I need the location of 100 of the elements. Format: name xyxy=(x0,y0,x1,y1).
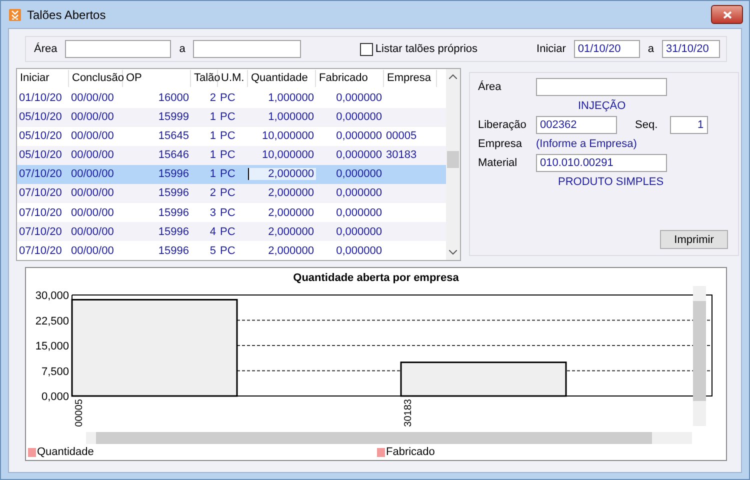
table-cell-text: 4 xyxy=(208,226,217,238)
table-cell-text: 05/10/20 xyxy=(18,130,63,142)
date-from-field[interactable]: 01/10/20 xyxy=(574,40,640,58)
table-cell-text: 00/00/00 xyxy=(70,92,115,104)
material-name: PRODUTO SIMPLES xyxy=(558,176,664,188)
release-field[interactable]: 002362 xyxy=(536,116,617,134)
area-from-field[interactable] xyxy=(65,40,172,58)
table-cell-text: 15999 xyxy=(157,111,190,124)
table-cell-text: 1,000000 xyxy=(267,111,315,124)
checkbox-label: Listar talões próprios xyxy=(375,43,478,55)
table-row[interactable]: 07/10/20 00/00/00 15996 3 PC 2,000000 0,000000 xyxy=(17,203,446,222)
column-header[interactable]: Fabricado xyxy=(316,70,384,88)
table-cell-text: 15996 xyxy=(157,206,190,218)
material-label: Material xyxy=(478,156,518,168)
table-cell-text: 2,000000 xyxy=(267,187,315,200)
table-cell-text: 07/10/20 xyxy=(18,206,63,218)
table-row[interactable]: 07/10/20 00/00/00 15996 2 PC 2,000000 0,000000 xyxy=(17,184,446,203)
table-cell-text: 16000 xyxy=(157,92,190,104)
area-label: Área xyxy=(478,80,502,92)
table-cell-text: 0,000000 xyxy=(335,149,383,162)
table-row[interactable]: 01/10/20 00/00/00 16000 2 PC 1,000000 0,000000 xyxy=(17,88,446,108)
column-header[interactable]: Empresa xyxy=(384,70,437,88)
table-cell-text: 15646 xyxy=(157,149,190,162)
table-cell-text: 10,000000 xyxy=(261,130,315,142)
table-cell-text: 07/10/20 xyxy=(18,244,63,257)
area-name: INJEÇÃO xyxy=(578,100,626,112)
table-row[interactable]: 07/10/20 00/00/00 15996 5 PC 2,000000 0,000000 xyxy=(17,241,446,260)
axis-label: 0,000 xyxy=(41,391,69,403)
table-cell-text: 0,000000 xyxy=(335,244,383,257)
seq-label: Seq. xyxy=(635,118,658,130)
table-cell-text: PC xyxy=(219,244,236,257)
table-cell-text: 00/00/00 xyxy=(70,130,115,142)
scrollbar[interactable] xyxy=(693,286,706,426)
table-cell-text: PC xyxy=(219,111,236,124)
table-cell-text: 07/10/20 xyxy=(18,168,63,180)
column-header[interactable]: OP xyxy=(123,70,191,88)
axis-label: 30,000 xyxy=(35,290,69,302)
table-row[interactable]: 05/10/20 00/00/00 15999 1 PC 1,000000 0,000000 xyxy=(17,108,446,127)
table-cell-text: 0,000000 xyxy=(335,92,383,104)
table-cell-text: 0,000000 xyxy=(335,187,383,200)
table-cell-text: PC xyxy=(219,168,236,180)
table-cell-text: 1 xyxy=(208,168,217,180)
column-header[interactable]: Iniciar xyxy=(17,70,69,88)
table-cell-text: 1 xyxy=(208,111,217,124)
table-row[interactable]: 05/10/20 00/00/00 15646 1 PC 10,000000 0,000000 30183 xyxy=(17,146,446,165)
area-to-field[interactable] xyxy=(193,40,302,58)
table-cell-text: 0,000000 xyxy=(335,111,383,124)
table-cell-text: 1,000000 xyxy=(267,92,315,104)
table-cell-text: 3 xyxy=(208,206,217,218)
table-cell-text: 07/10/20 xyxy=(18,187,63,200)
table-row[interactable]: 05/10/20 00/00/00 15645 1 PC 10,000000 0,000000 00005 xyxy=(17,126,446,146)
scroll-thumb[interactable] xyxy=(447,151,459,168)
table-cell-text: 5 xyxy=(208,244,217,257)
checkbox[interactable] xyxy=(360,42,374,56)
table-cell-text: 15996 xyxy=(157,226,190,238)
table-cell-text: 2,000000 xyxy=(267,244,315,257)
column-header[interactable]: Quantidade xyxy=(248,70,316,88)
column-header[interactable]: Talão xyxy=(191,70,218,88)
table-cell-text: 00/00/00 xyxy=(70,149,115,162)
range-separator: a xyxy=(648,43,654,55)
axis-label: 22,500 xyxy=(35,315,69,328)
table-cell-text: 07/10/20 xyxy=(18,226,63,238)
table-cell-text: 05/10/20 xyxy=(18,111,63,124)
company-value: (Informe a Empresa) xyxy=(536,138,637,150)
table-cell-text: 15645 xyxy=(157,130,190,142)
table-cell-text: PC xyxy=(219,187,236,200)
close-icon[interactable] xyxy=(722,10,732,18)
table-cell-text: 2 xyxy=(208,92,217,104)
axis-label: 7,500 xyxy=(41,366,69,378)
table-cell-text: 15996 xyxy=(157,244,190,257)
table-cell-text: 1 xyxy=(208,130,217,142)
legend-label: Fabricado xyxy=(386,446,435,458)
scrollbar[interactable] xyxy=(446,69,460,260)
date-to-field[interactable]: 31/10/20 xyxy=(662,40,720,58)
scroll-up-icon[interactable] xyxy=(449,74,457,79)
area-field[interactable] xyxy=(536,78,667,96)
table-cell-text: 00/00/00 xyxy=(70,244,115,257)
scroll-thumb[interactable] xyxy=(693,301,706,401)
area-label: Área xyxy=(34,43,58,55)
table-cell-text: 05/10/20 xyxy=(18,149,63,162)
table-cell: 2,000000 xyxy=(248,168,316,180)
table-cell-text: PC xyxy=(219,226,236,238)
print-button[interactable]: Imprimir xyxy=(660,230,728,249)
table-cell-text: 00/00/00 xyxy=(70,206,115,218)
table-cell-text: 15996 xyxy=(157,187,190,200)
table-cell-text: 2,000000 xyxy=(267,206,315,218)
table-cell-text: PC xyxy=(219,206,236,218)
close-button[interactable] xyxy=(711,5,743,24)
table-row[interactable]: 07/10/20 00/00/00 15996 4 PC 2,000000 0,000000 xyxy=(17,222,446,242)
table-row[interactable]: 07/10/20 00/00/00 15996 1 PC 2,000000 0,000000 xyxy=(17,164,446,184)
app-icon xyxy=(9,8,21,20)
seq-field[interactable]: 1 xyxy=(670,116,708,134)
table-cell-text: 00/00/00 xyxy=(70,168,115,180)
category-label: 00005 xyxy=(74,399,85,427)
material-field[interactable]: 010.010.00291 xyxy=(536,154,667,172)
column-header[interactable]: Conclusão xyxy=(69,70,123,88)
table-cell-text: 1 xyxy=(208,149,217,162)
scroll-down-icon[interactable] xyxy=(449,250,457,255)
table-cell-text: 01/10/20 xyxy=(18,92,63,104)
legend-label: Quantidade xyxy=(37,446,94,458)
